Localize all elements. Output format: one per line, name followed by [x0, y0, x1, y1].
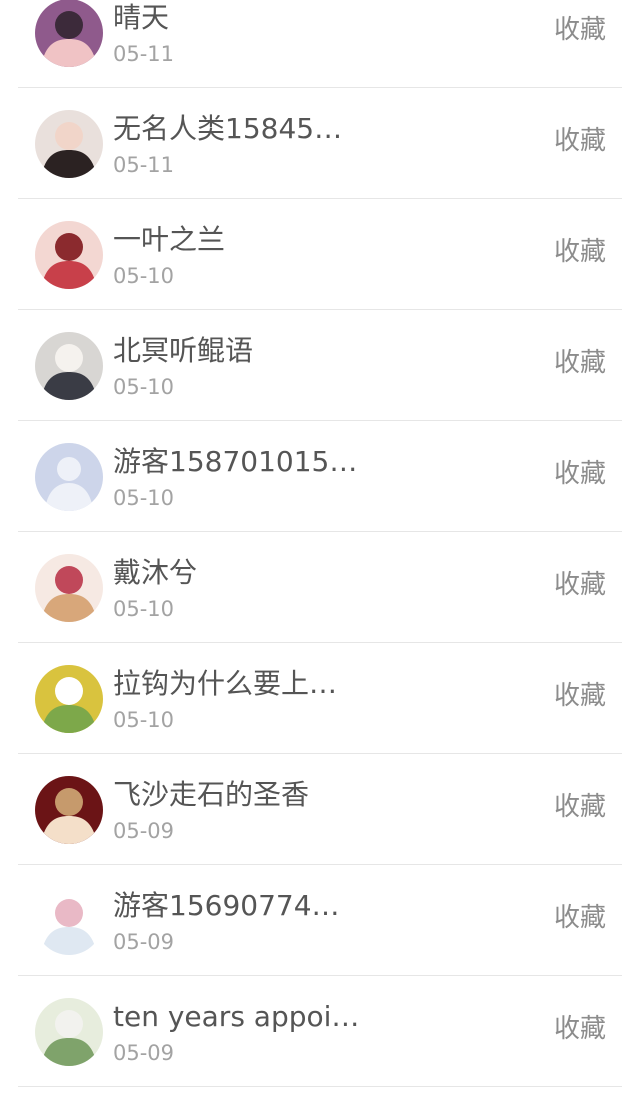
list-item[interactable]: 飞沙走石的圣香 05-09 收藏: [18, 754, 622, 865]
avatar-game-scene-yellow[interactable]: [35, 665, 103, 733]
list-item[interactable]: 游客15690774… 05-09 收藏: [18, 865, 622, 976]
favorite-button[interactable]: 收藏: [554, 457, 606, 491]
item-date: 05-10: [113, 708, 175, 732]
item-date: 05-11: [113, 42, 175, 66]
user-name: 无名人类15845…: [113, 112, 343, 145]
avatar-default-user-silhouette[interactable]: [35, 443, 103, 511]
favorite-button[interactable]: 收藏: [554, 790, 606, 824]
user-name: 戴沐兮: [113, 556, 198, 589]
item-date: 05-10: [113, 264, 175, 288]
avatar-girl-portrait-dark-hair[interactable]: [35, 110, 103, 178]
avatar-anime-girl-flowers[interactable]: [35, 554, 103, 622]
item-date: 05-09: [113, 930, 175, 954]
user-name: 游客15690774…: [113, 889, 340, 922]
user-name: 一叶之兰: [113, 223, 226, 256]
favorite-button[interactable]: 收藏: [554, 346, 606, 380]
item-date: 05-10: [113, 486, 175, 510]
favorite-button[interactable]: 收藏: [554, 124, 606, 158]
list-item[interactable]: 一叶之兰 05-10 收藏: [18, 199, 622, 310]
list-item[interactable]: 戴沐兮 05-10 收藏: [18, 532, 622, 643]
item-date: 05-10: [113, 597, 175, 621]
user-name: ten years appoi…: [113, 1000, 360, 1033]
user-name: 晴天: [113, 1, 170, 34]
favorite-button[interactable]: 收藏: [554, 568, 606, 602]
item-date: 05-10: [113, 375, 175, 399]
avatar-figure-dark-coat[interactable]: [35, 332, 103, 400]
avatar-anime-girl-white-hair[interactable]: [35, 887, 103, 955]
avatar-person-garden[interactable]: [35, 998, 103, 1066]
user-name: 北冥听鲲语: [113, 334, 254, 367]
item-date: 05-09: [113, 819, 175, 843]
list-item[interactable]: 北冥听鲲语 05-10 收藏: [18, 310, 622, 421]
list-item[interactable]: 晴天 05-11 收藏: [18, 0, 622, 88]
item-date: 05-11: [113, 153, 175, 177]
favorite-button[interactable]: 收藏: [554, 901, 606, 935]
user-name: 拉钩为什么要上…: [113, 667, 338, 700]
collection-user-list: 晴天 05-11 收藏 无名人类15845… 05-11 收藏 一叶之兰 05-…: [18, 0, 622, 1087]
list-item[interactable]: 拉钩为什么要上… 05-10 收藏: [18, 643, 622, 754]
avatar-woman-red-curtain[interactable]: [35, 776, 103, 844]
user-name: 飞沙走石的圣香: [113, 778, 310, 811]
list-item[interactable]: 游客158701015… 05-10 收藏: [18, 421, 622, 532]
avatar-girl-portrait-pink[interactable]: [35, 0, 103, 67]
user-name: 游客158701015…: [113, 445, 358, 478]
favorite-button[interactable]: 收藏: [554, 13, 606, 47]
favorite-button[interactable]: 收藏: [554, 1012, 606, 1046]
favorite-button[interactable]: 收藏: [554, 235, 606, 269]
avatar-anime-red-hair[interactable]: [35, 221, 103, 289]
list-item[interactable]: ten years appoi… 05-09 收藏: [18, 976, 622, 1087]
list-item[interactable]: 无名人类15845… 05-11 收藏: [18, 88, 622, 199]
item-date: 05-09: [113, 1041, 175, 1065]
favorite-button[interactable]: 收藏: [554, 679, 606, 713]
